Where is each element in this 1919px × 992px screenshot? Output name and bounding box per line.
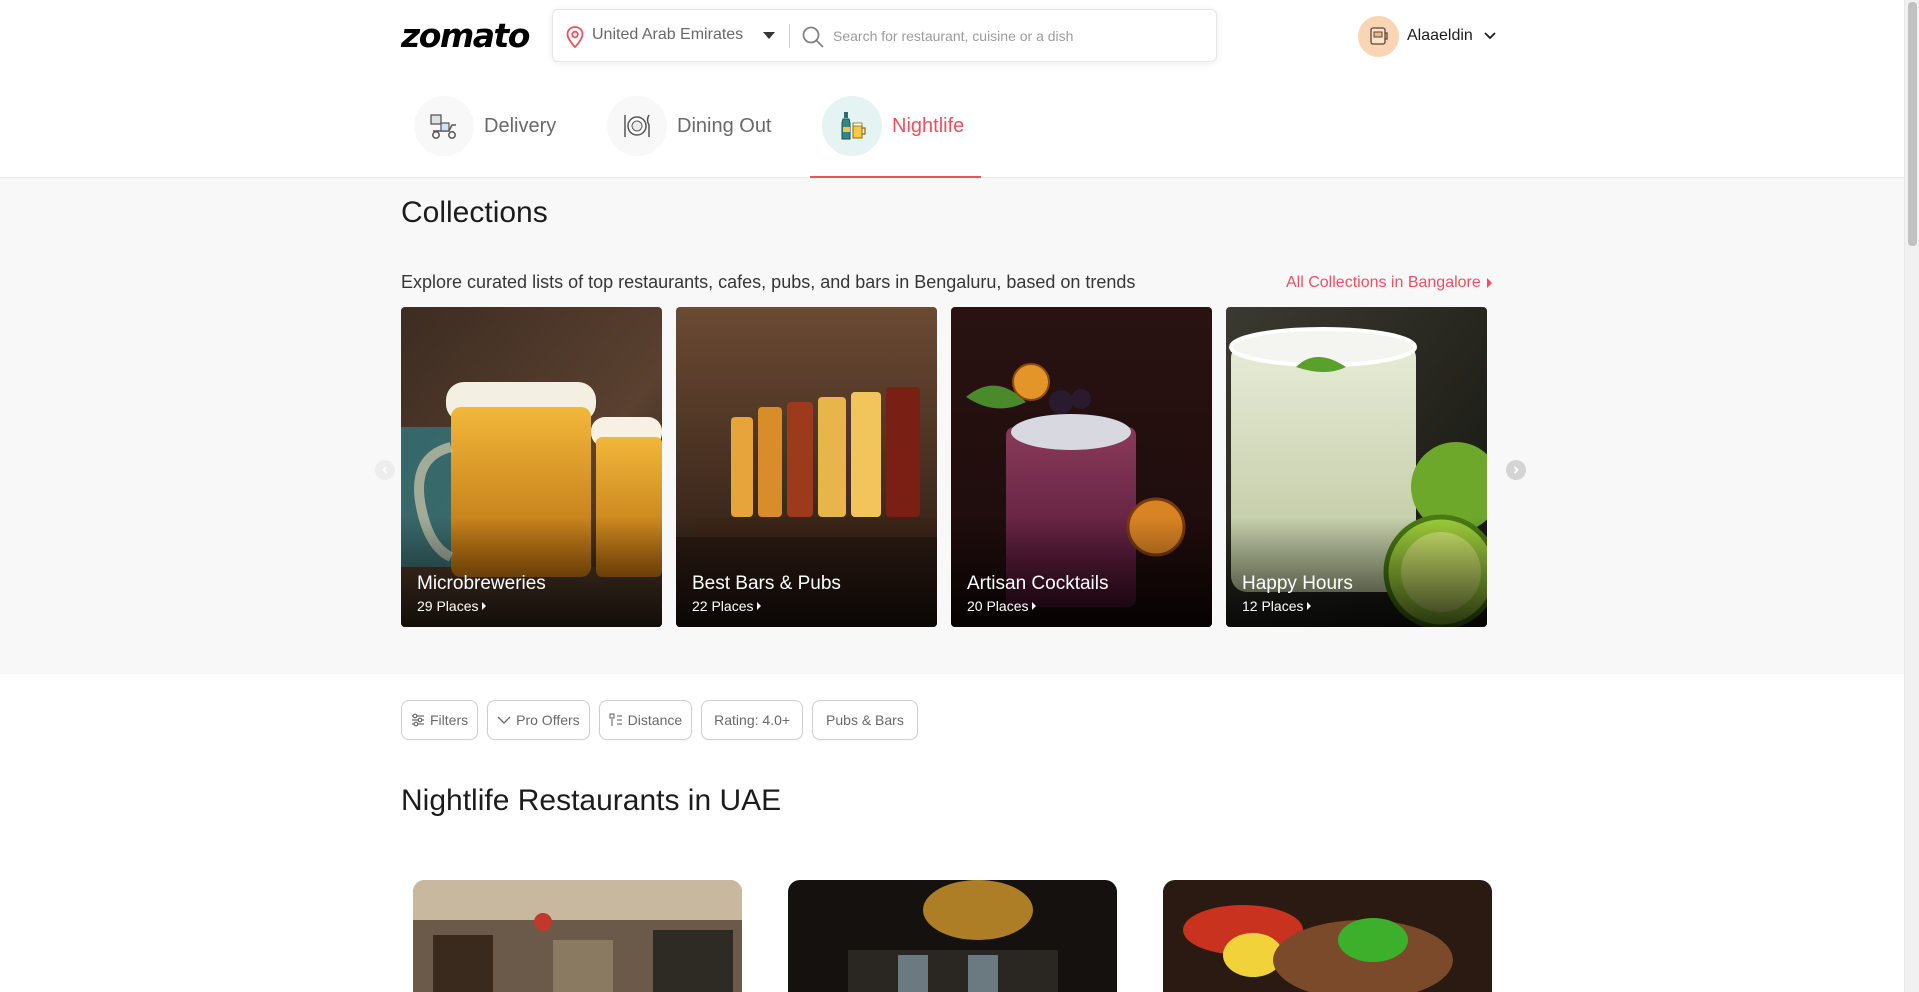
chevron-right-icon (1513, 466, 1519, 474)
all-collections-link-label: All Collections in Bangalore (1286, 274, 1481, 291)
filter-label: Distance (627, 712, 683, 728)
nightlife-icon (822, 96, 882, 156)
caret-right-icon (482, 602, 487, 610)
caret-right-icon (1486, 278, 1492, 288)
collection-card-title: Best Bars & Pubs (692, 573, 841, 594)
user-avatar-icon (1369, 27, 1388, 45)
chevron-down-icon[interactable] (1483, 31, 1497, 41)
filter-bar: Filters Pro Offers Distance Rating: 4.0+… (401, 700, 918, 740)
search-bar: United Arab Emirates (552, 9, 1217, 62)
tab-nightlife[interactable]: Nightlife (822, 96, 964, 156)
top-header: zomato United Arab Emirates Alaaeldin (0, 0, 1904, 72)
caret-right-icon (1032, 602, 1037, 610)
chevron-down-icon[interactable] (763, 32, 775, 39)
tab-delivery[interactable]: Delivery (414, 96, 556, 156)
scrollbar-thumb[interactable] (1908, 2, 1917, 246)
collection-card-count-text: 22 Places (692, 598, 754, 614)
collection-card-count: 29 Places (417, 598, 487, 614)
search-divider (789, 24, 790, 48)
zomato-logo[interactable]: zomato (401, 16, 530, 55)
delivery-icon (414, 96, 474, 156)
filters-button[interactable]: Filters (401, 700, 479, 740)
distance-filter[interactable]: Distance (598, 700, 693, 740)
collection-card-count: 12 Places (1242, 598, 1312, 614)
collection-card-happy-hours[interactable]: Happy Hours 12 Places (1226, 307, 1487, 627)
carousel-next-button[interactable] (1506, 460, 1526, 480)
caret-right-icon (757, 602, 762, 610)
collection-card-microbreweries[interactable]: Microbreweries 29 Places (401, 307, 662, 627)
filter-label: Pubs & Bars (826, 712, 904, 728)
pro-offers-icon (497, 716, 511, 724)
pro-offers-filter[interactable]: Pro Offers (487, 700, 590, 740)
collections-title: Collections (401, 196, 548, 229)
filter-label: Rating: 4.0+ (714, 712, 791, 728)
restaurant-image (1163, 880, 1492, 992)
page-scrollbar[interactable] (1904, 0, 1919, 992)
restaurant-card[interactable] (1163, 880, 1492, 992)
listing-title: Nightlife Restaurants in UAE (401, 784, 782, 817)
collection-card-title: Microbreweries (417, 573, 546, 594)
collections-section: Collections Explore curated lists of top… (0, 178, 1904, 674)
avatar[interactable] (1358, 15, 1399, 57)
tab-label-delivery: Delivery (484, 114, 557, 137)
search-icon (802, 26, 824, 48)
filter-label: Filters (430, 712, 469, 728)
collection-card-artisan-cocktails[interactable]: Artisan Cocktails 20 Places (951, 307, 1212, 627)
tab-label-nightlife: Nightlife (892, 114, 965, 137)
filter-sliders-icon (412, 713, 424, 727)
collection-card-count: 20 Places (967, 598, 1037, 614)
collection-card-best-bars-pubs[interactable]: Best Bars & Pubs 22 Places (676, 307, 937, 627)
restaurant-image (788, 880, 1117, 992)
caret-right-icon (1307, 602, 1312, 610)
restaurant-image (413, 880, 742, 992)
restaurant-card[interactable] (413, 880, 742, 992)
rating-filter[interactable]: Rating: 4.0+ (701, 700, 804, 740)
filter-label: Pro Offers (516, 712, 580, 728)
pubs-bars-filter[interactable]: Pubs & Bars (812, 700, 918, 740)
tab-dining-out[interactable]: Dining Out (607, 96, 772, 156)
location-pin-icon (566, 26, 584, 49)
restaurant-card[interactable] (788, 880, 1117, 992)
location-selector[interactable]: United Arab Emirates (592, 26, 743, 44)
collection-card-count: 22 Places (692, 598, 762, 614)
category-tabs: Delivery Dining Out Nightlife (0, 72, 1904, 178)
collection-card-count-text: 29 Places (417, 598, 479, 614)
chevron-left-icon (382, 466, 388, 474)
tab-label-dining-out: Dining Out (677, 114, 772, 137)
search-input[interactable] (833, 20, 1203, 52)
collection-card-count-text: 12 Places (1242, 598, 1304, 614)
user-menu[interactable]: Alaaeldin (1358, 15, 1497, 57)
user-name[interactable]: Alaaeldin (1407, 27, 1473, 45)
collections-carousel: Microbreweries 29 Places Best Bars & Pub… (401, 307, 1488, 627)
collections-subtitle: Explore curated lists of top restaurants… (401, 272, 1136, 292)
collection-card-title: Artisan Cocktails (967, 573, 1109, 594)
collection-card-title: Happy Hours (1242, 573, 1353, 594)
dining-out-icon (607, 96, 667, 156)
all-collections-link[interactable]: All Collections in Bangalore (1286, 274, 1492, 292)
collection-card-count-text: 20 Places (967, 598, 1029, 614)
distance-sort-icon (609, 713, 622, 726)
carousel-prev-button[interactable] (375, 460, 395, 480)
